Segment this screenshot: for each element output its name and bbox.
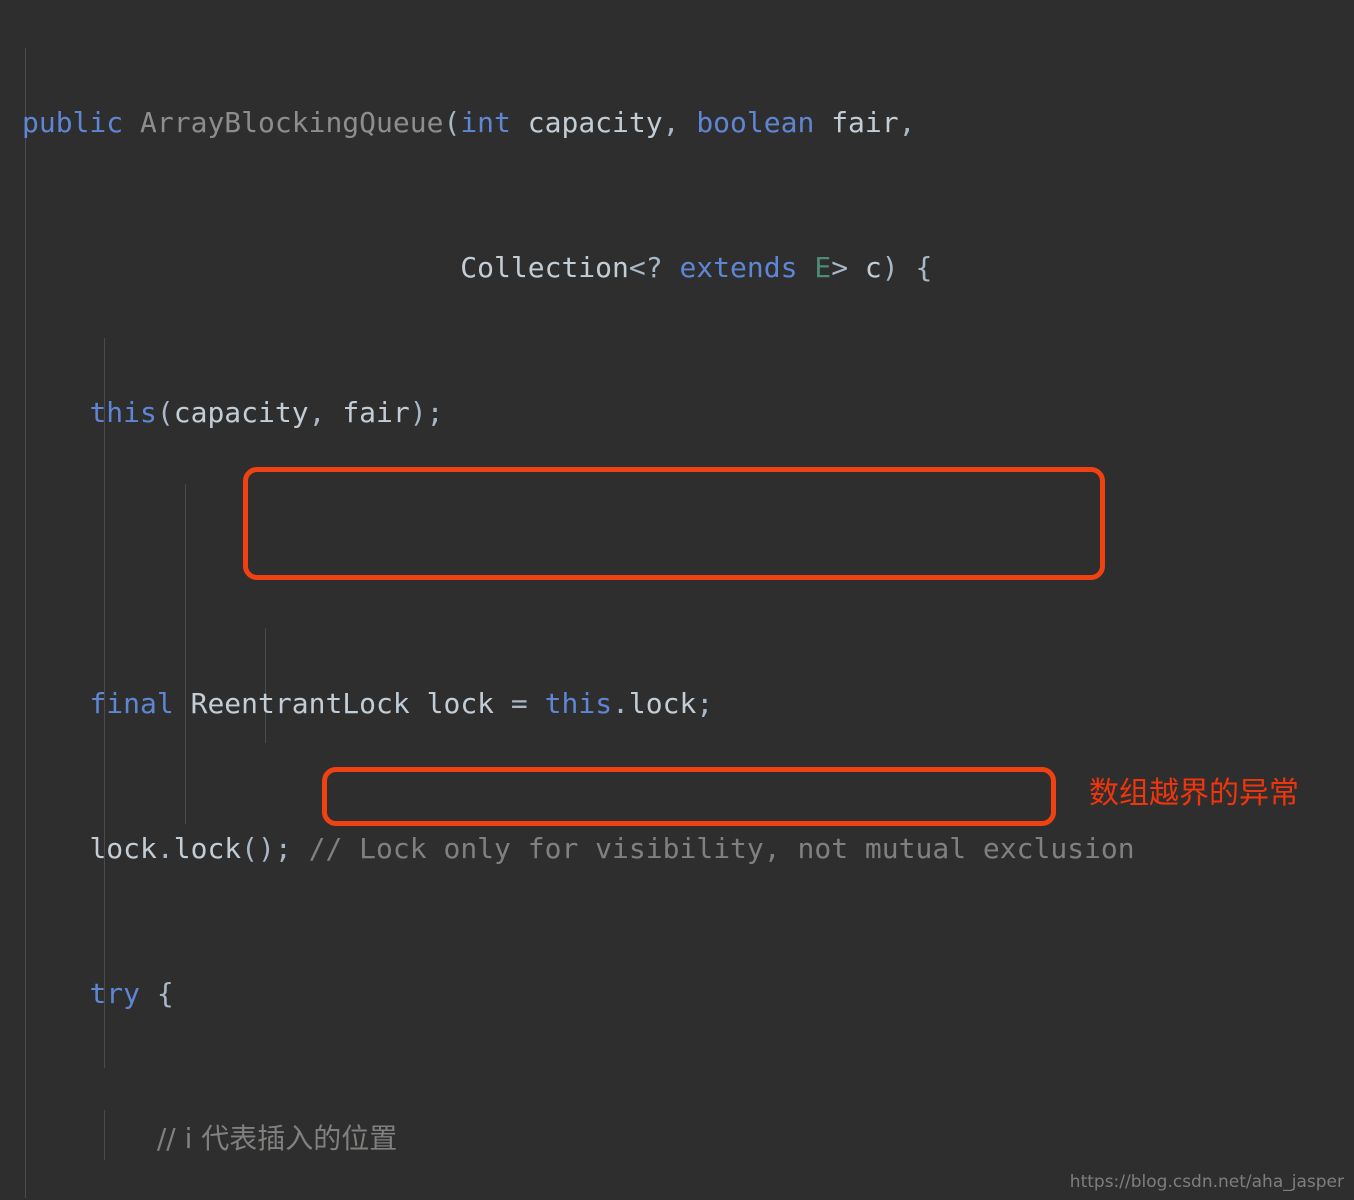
watermark-url: https://blog.csdn.net/aha_jasper — [1069, 1172, 1344, 1192]
comment-lock-visibility: // Lock only for visibility, not mutual … — [308, 831, 1135, 865]
code-block: public ArrayBlockingQueue(int capacity, … — [0, 0, 1354, 1200]
code-line-3: this(capacity, fair); — [89, 396, 444, 430]
code-line-8: // i 代表插入的位置 — [0, 1115, 1354, 1163]
code-line-5: final ReentrantLock lock = this.lock; — [89, 686, 714, 720]
comment-i-position: // i 代表插入的位置 — [156, 1122, 398, 1156]
code-line-6: lock.lock(); // Lock only for visibility… — [89, 831, 1135, 865]
code-line-7: try { — [89, 977, 174, 1011]
code-line-1: public ArrayBlockingQueue(int capacity, … — [22, 105, 916, 139]
code-line-2: Collection<? extends E> c) { — [460, 251, 933, 285]
code-screenshot: public ArrayBlockingQueue(int capacity, … — [0, 0, 1354, 1200]
annotation-catch-note: 数组越界的异常 — [1089, 776, 1299, 811]
